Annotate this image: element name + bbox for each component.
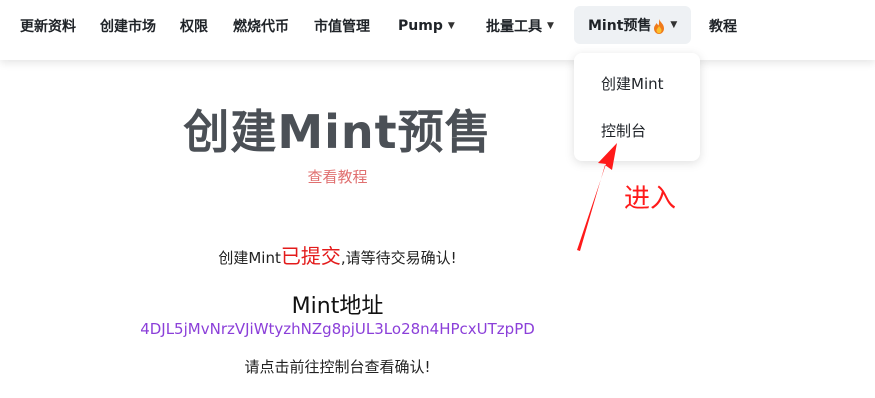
dropdown-item-create-mint[interactable]: 创建Mint bbox=[601, 73, 664, 94]
nav-item-create-market[interactable]: 创建市场 bbox=[100, 0, 156, 52]
nav-item-mint-presale[interactable]: Mint预售 ▼ bbox=[574, 6, 692, 44]
mint-address-value: 4DJL5jMvNrzVJiWtyzhNZg8pjUL3Lo28n4HPcxUT… bbox=[140, 320, 535, 338]
nav-label: 教程 bbox=[709, 19, 737, 35]
fire-icon bbox=[654, 18, 665, 34]
nav-item-tutorial[interactable]: 教程 bbox=[709, 0, 737, 52]
nav-label: 燃烧代币 bbox=[233, 19, 289, 35]
chevron-down-icon: ▼ bbox=[547, 21, 554, 31]
nav-item-batch-tools[interactable]: 批量工具 ▼ bbox=[486, 0, 554, 52]
nav-item-burn-token[interactable]: 燃烧代币 bbox=[233, 0, 289, 52]
nav-label: 批量工具 bbox=[486, 19, 542, 35]
nav-item-update-profile[interactable]: 更新资料 bbox=[20, 0, 76, 52]
nav-label: 市值管理 bbox=[314, 19, 370, 35]
chevron-down-icon: ▼ bbox=[447, 21, 455, 31]
top-navbar: 更新资料 创建市场 权限 燃烧代币 市值管理 Pump ▼ 批量工具 ▼ Mint预… bbox=[0, 0, 875, 60]
chevron-down-icon: ▼ bbox=[670, 20, 678, 30]
nav-item-pump[interactable]: Pump ▼ bbox=[398, 0, 455, 52]
nav-label: Mint预售 bbox=[588, 18, 652, 34]
nav-item-market-cap[interactable]: 市值管理 bbox=[314, 0, 370, 52]
nav-label: 创建市场 bbox=[100, 19, 156, 35]
status-suffix: ,请等待交易确认! bbox=[340, 249, 457, 267]
nav-item-permissions[interactable]: 权限 bbox=[180, 0, 208, 52]
console-prompt: 请点击前往控制台查看确认! bbox=[244, 358, 431, 376]
status-highlight: 已提交 bbox=[280, 244, 341, 268]
red-arrow-icon bbox=[577, 143, 617, 251]
annotation-enter-label: 进入 bbox=[624, 184, 677, 214]
mint-address-title: Mint地址 bbox=[291, 294, 384, 319]
nav-label: 更新资料 bbox=[20, 19, 76, 35]
status-prefix: 创建Mint bbox=[218, 249, 281, 267]
nav-label: 权限 bbox=[180, 19, 208, 35]
nav-label: Pump bbox=[398, 18, 443, 34]
